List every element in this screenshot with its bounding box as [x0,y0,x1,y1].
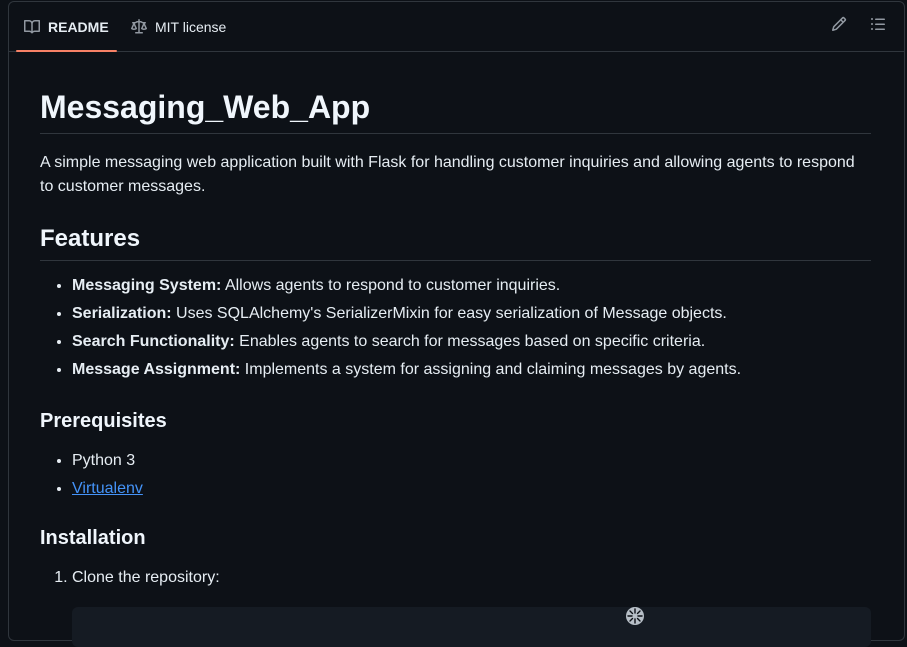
list-item: Clone the repository: [72,566,872,594]
list-item: Serialization: Uses SQLAlchemy's Seriali… [72,302,872,330]
feature-name: Serialization: [72,305,172,322]
tab-readme[interactable]: README [16,2,117,52]
loading-spinner-icon [624,605,646,627]
edit-readme-button[interactable] [830,16,848,37]
feature-name: Messaging System: [72,277,222,294]
tab-license-label: MIT license [155,18,227,35]
features-list: Messaging System: Allows agents to respo… [72,274,872,386]
readme-intro: A simple messaging web application built… [40,154,855,195]
feature-description: Enables agents to search for messages ba… [234,333,706,350]
virtualenv-link[interactable]: Virtualenv [72,480,143,497]
feature-description: Allows agents to respond to customer inq… [221,277,561,294]
tab-readme-label: README [48,18,109,35]
list-item: Search Functionality: Enables agents to … [72,330,872,358]
installation-steps: Clone the repository: [72,566,872,594]
list-item: Message Assignment: Implements a system … [72,358,872,386]
prerequisite-text: Python 3 [72,452,136,469]
tab-license[interactable]: MIT license [131,2,226,51]
outline-button[interactable] [869,17,887,35]
book-icon [24,19,40,35]
installation-heading: Installation [40,527,146,549]
features-heading: Features [40,224,871,261]
readme-title: Messaging_Web_App [40,87,871,134]
readme-tab-bar: README MIT license [9,2,904,52]
feature-name: Search Functionality: [72,333,235,350]
readme-panel: README MIT license Messaging_Web_App A s… [8,1,905,647]
list-item: Virtualenv [72,477,872,505]
installation-step-text: Clone the repository: [72,569,220,586]
law-icon [131,18,147,35]
feature-description: Implements a system for assigning and cl… [240,361,742,378]
feature-description: Uses SQLAlchemy's SerializerMixin for ea… [171,305,727,322]
list-item: Messaging System: Allows agents to respo… [72,274,872,302]
feature-name: Message Assignment: [72,361,241,378]
prerequisites-heading: Prerequisites [40,410,167,432]
pencil-icon [831,16,847,37]
list-item: Python 3 [72,449,872,477]
code-block [72,607,871,647]
prerequisites-list: Python 3 Virtualenv [72,449,872,505]
list-unordered-icon [870,16,886,37]
